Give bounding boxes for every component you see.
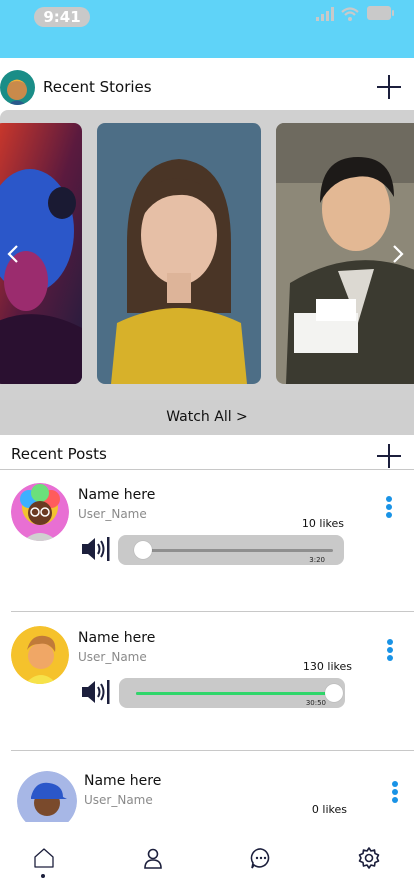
more-vertical-icon[interactable] bbox=[386, 639, 394, 661]
bottom-nav bbox=[0, 822, 414, 896]
settings-icon[interactable] bbox=[357, 846, 381, 870]
audio-duration: 30:50 bbox=[305, 699, 326, 707]
posts-header: Recent Posts bbox=[0, 440, 414, 470]
divider bbox=[11, 750, 414, 751]
audio-player: 30:50 bbox=[119, 678, 345, 708]
chevron-left-icon[interactable] bbox=[6, 244, 20, 264]
speaker-icon[interactable] bbox=[80, 678, 110, 706]
my-story-avatar[interactable] bbox=[0, 70, 35, 105]
watch-all-button[interactable]: Watch All > bbox=[0, 400, 414, 435]
audio-scrubber-knob[interactable] bbox=[325, 684, 343, 702]
stories-header: Recent Stories bbox=[0, 68, 414, 106]
post-likes: 0 likes bbox=[311, 803, 347, 816]
audio-progress bbox=[136, 692, 334, 695]
stories-title: Recent Stories bbox=[43, 78, 152, 96]
posts-title: Recent Posts bbox=[11, 445, 107, 463]
add-post-button[interactable] bbox=[377, 444, 401, 468]
status-time: 9:41 bbox=[34, 7, 90, 27]
wifi-icon bbox=[341, 7, 359, 21]
audio-duration: 3:20 bbox=[309, 556, 325, 564]
post-likes: 10 likes bbox=[301, 517, 344, 530]
audio-track[interactable] bbox=[136, 684, 343, 702]
speaker-icon[interactable] bbox=[80, 535, 110, 563]
more-vertical-icon[interactable] bbox=[391, 781, 399, 803]
profile-icon[interactable] bbox=[141, 846, 165, 870]
post-author-name[interactable]: Name here bbox=[78, 487, 155, 503]
battery-icon bbox=[367, 6, 394, 20]
audio-player: 3:20 bbox=[118, 535, 344, 565]
story-card[interactable] bbox=[97, 123, 261, 384]
active-tab-indicator bbox=[41, 874, 45, 878]
more-vertical-icon[interactable] bbox=[385, 496, 393, 518]
signal-icon bbox=[316, 7, 334, 21]
avatar[interactable] bbox=[11, 626, 69, 684]
stories-carousel[interactable] bbox=[0, 110, 414, 400]
post-author-name[interactable]: Name here bbox=[78, 630, 155, 646]
status-bar: 9:41 bbox=[0, 0, 414, 58]
post-author-name[interactable]: Name here bbox=[84, 773, 161, 789]
post-likes: 130 likes bbox=[302, 660, 352, 673]
add-story-button[interactable] bbox=[377, 75, 401, 99]
post-username: User_Name bbox=[84, 793, 153, 807]
home-icon[interactable] bbox=[32, 846, 56, 870]
chat-icon[interactable] bbox=[249, 846, 273, 870]
audio-track[interactable] bbox=[133, 541, 333, 559]
post-username: User_Name bbox=[78, 650, 147, 664]
chevron-right-icon[interactable] bbox=[391, 244, 405, 264]
avatar[interactable] bbox=[11, 483, 69, 541]
audio-scrubber-knob[interactable] bbox=[133, 541, 152, 559]
post-username: User_Name bbox=[78, 507, 147, 521]
divider bbox=[11, 611, 414, 612]
